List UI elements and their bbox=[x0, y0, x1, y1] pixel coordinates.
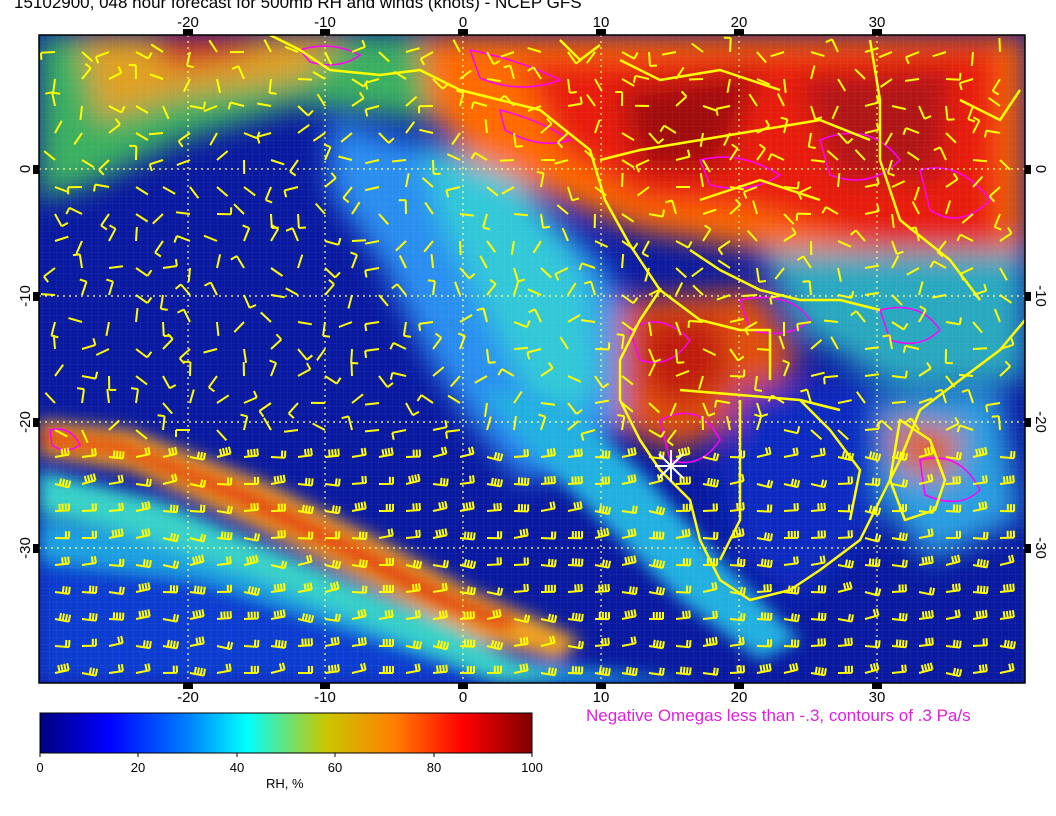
x-tick-top: -20 bbox=[177, 14, 199, 31]
wind-barb bbox=[297, 78, 313, 81]
x-tick-top: -10 bbox=[314, 14, 336, 31]
x-tick-bottom: -10 bbox=[314, 689, 336, 706]
wind-barb bbox=[972, 347, 988, 350]
wind-barb bbox=[364, 429, 380, 433]
y-tick-right: -10 bbox=[1032, 285, 1049, 307]
wind-barb bbox=[972, 159, 988, 163]
wind-barb bbox=[958, 373, 974, 377]
colorbar bbox=[39, 712, 533, 754]
x-tick-bottom: 20 bbox=[731, 689, 748, 706]
y-tick-right: -20 bbox=[1032, 411, 1049, 433]
wind-barb bbox=[135, 226, 138, 242]
wind-barb bbox=[688, 78, 704, 81]
colorbar-tick-label: 0 bbox=[36, 760, 43, 775]
colorbar-tick-label: 20 bbox=[131, 760, 145, 775]
y-tick-right: -30 bbox=[1032, 537, 1049, 559]
wind-barb bbox=[756, 348, 772, 351]
wind-barb bbox=[52, 335, 56, 350]
x-tick-bottom: -20 bbox=[177, 689, 199, 706]
rh-field bbox=[39, 35, 1025, 683]
location-star-icon bbox=[655, 450, 687, 482]
wind-barb bbox=[351, 239, 367, 242]
colorbar-ticks bbox=[39, 753, 533, 757]
y-tick-left: -30 bbox=[17, 537, 34, 559]
x-tick-bottom: 10 bbox=[593, 689, 610, 706]
colorbar-label: RH, % bbox=[266, 776, 304, 791]
wind-barb bbox=[513, 346, 529, 350]
wind-barb bbox=[216, 321, 220, 337]
wind-barb bbox=[459, 240, 462, 256]
colorbar-tick-label: 80 bbox=[427, 760, 441, 775]
y-tick-right: 0 bbox=[1032, 165, 1049, 173]
x-tick-top: 0 bbox=[459, 14, 467, 31]
omega-legend-note: Negative Omegas less than -.3, contours … bbox=[586, 706, 971, 725]
wind-barb bbox=[149, 132, 164, 136]
wind-barb bbox=[621, 254, 625, 269]
wind-barb bbox=[350, 361, 353, 377]
wind-barb bbox=[40, 293, 56, 296]
wind-barb bbox=[970, 51, 974, 66]
x-tick-top: 30 bbox=[869, 14, 886, 31]
colorbar-tick-label: 60 bbox=[328, 760, 342, 775]
y-tick-left: -10 bbox=[17, 285, 34, 307]
wind-barb bbox=[513, 213, 528, 217]
wind-barb bbox=[701, 415, 704, 431]
wind-barb bbox=[998, 37, 1001, 53]
wind-barb bbox=[891, 400, 906, 404]
wind-barb bbox=[187, 267, 191, 282]
map-figure: -20 -10 0 10 20 30 -20 -10 0 10 20 30 0 … bbox=[17, 14, 1049, 775]
wind-barb bbox=[499, 159, 515, 162]
y-tick-left: -20 bbox=[17, 411, 34, 433]
x-tick-top: 20 bbox=[731, 14, 748, 31]
colorbar-tick-label: 100 bbox=[521, 760, 543, 775]
x-tick-bottom: 30 bbox=[869, 689, 886, 706]
wind-barb bbox=[837, 172, 841, 188]
x-tick-bottom: 0 bbox=[459, 689, 467, 706]
y-tick-left: 0 bbox=[17, 165, 34, 173]
wind-barb bbox=[621, 172, 624, 188]
x-tick-top: 10 bbox=[593, 14, 610, 31]
colorbar-tick-label: 40 bbox=[230, 760, 244, 775]
